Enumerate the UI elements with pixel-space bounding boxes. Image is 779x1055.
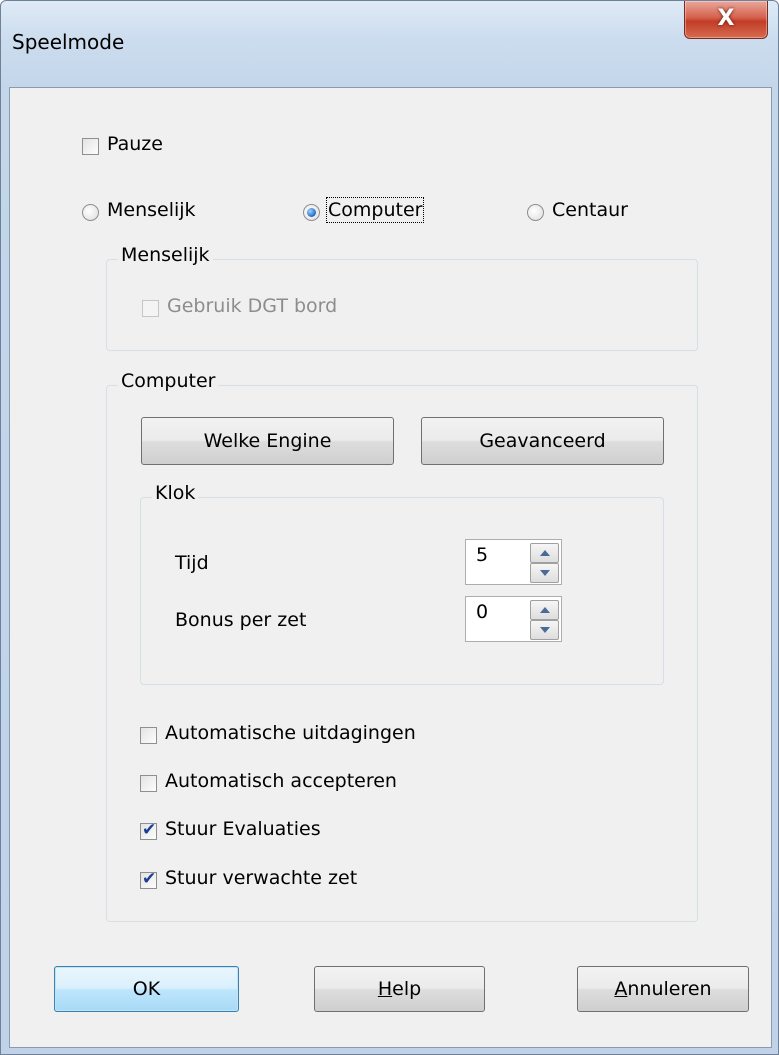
computer-group: Computer Welke Engine Geavanceerd Klok T…	[106, 370, 698, 922]
time-label: Tijd	[175, 552, 209, 574]
human-group-title: Menselijk	[118, 244, 213, 266]
human-group: Menselijk Gebruik DGT bord	[106, 244, 698, 351]
computer-group-title: Computer	[118, 370, 219, 392]
close-icon: X	[717, 6, 735, 31]
bonus-spin-down[interactable]	[530, 620, 559, 640]
arrow-up-icon	[540, 550, 550, 556]
cancel-button[interactable]: Annuleren	[577, 966, 749, 1012]
engine-button[interactable]: Welke Engine	[141, 417, 394, 465]
advanced-button[interactable]: Geavanceerd	[421, 417, 664, 465]
time-spin-up[interactable]	[530, 543, 559, 563]
bonus-label: Bonus per zet	[175, 609, 307, 631]
dgt-board-checkbox[interactable]	[142, 300, 159, 317]
bonus-value: 0	[476, 601, 489, 623]
radio-computer[interactable]	[303, 204, 320, 221]
pause-label[interactable]: Pauze	[107, 133, 163, 155]
radio-computer-label[interactable]: Computer	[325, 197, 425, 223]
radio-human[interactable]	[82, 204, 99, 221]
engine-button-label: Welke Engine	[203, 430, 332, 452]
clock-group: Klok Tijd 5 Bonus per zet 0	[140, 482, 664, 685]
dialog-window: Speelmode X Pauze Menselijk Computer Cen…	[0, 0, 779, 1055]
bonus-spin-up[interactable]	[530, 600, 559, 620]
ok-button[interactable]: OK	[54, 966, 239, 1012]
send-evaluations-label[interactable]: Stuur Evaluaties	[165, 818, 321, 840]
radio-centaur-label[interactable]: Centaur	[552, 199, 628, 221]
auto-challenges-checkbox[interactable]	[140, 727, 157, 744]
cancel-button-label: Annuleren	[614, 978, 712, 1000]
send-evaluations-checkbox[interactable]	[140, 820, 157, 840]
auto-accept-checkbox[interactable]	[140, 775, 157, 792]
ok-button-label: OK	[132, 978, 161, 1000]
time-spin-down[interactable]	[530, 563, 559, 583]
clock-group-title: Klok	[152, 482, 199, 504]
title-bar[interactable]: Speelmode X	[1, 1, 779, 87]
send-expected-move-label[interactable]: Stuur verwachte zet	[165, 867, 357, 889]
auto-challenges-label[interactable]: Automatische uitdagingen	[165, 722, 416, 744]
auto-accept-label[interactable]: Automatisch accepteren	[165, 770, 397, 792]
arrow-down-icon	[540, 627, 550, 633]
window-title: Speelmode	[12, 30, 125, 54]
dgt-board-label: Gebruik DGT bord	[167, 295, 338, 317]
radio-human-label[interactable]: Menselijk	[107, 199, 196, 221]
close-button[interactable]: X	[684, 1, 768, 39]
help-button[interactable]: Help	[314, 966, 485, 1012]
time-value: 5	[476, 544, 489, 566]
dialog-client: Pauze Menselijk Computer Centaur Menseli…	[9, 87, 772, 1048]
help-button-label: Help	[377, 978, 422, 1000]
pause-checkbox[interactable]	[82, 138, 99, 155]
send-expected-move-checkbox[interactable]	[140, 869, 157, 889]
radio-centaur[interactable]	[527, 204, 544, 221]
arrow-down-icon	[540, 570, 550, 576]
advanced-button-label: Geavanceerd	[479, 430, 606, 452]
arrow-up-icon	[540, 607, 550, 613]
